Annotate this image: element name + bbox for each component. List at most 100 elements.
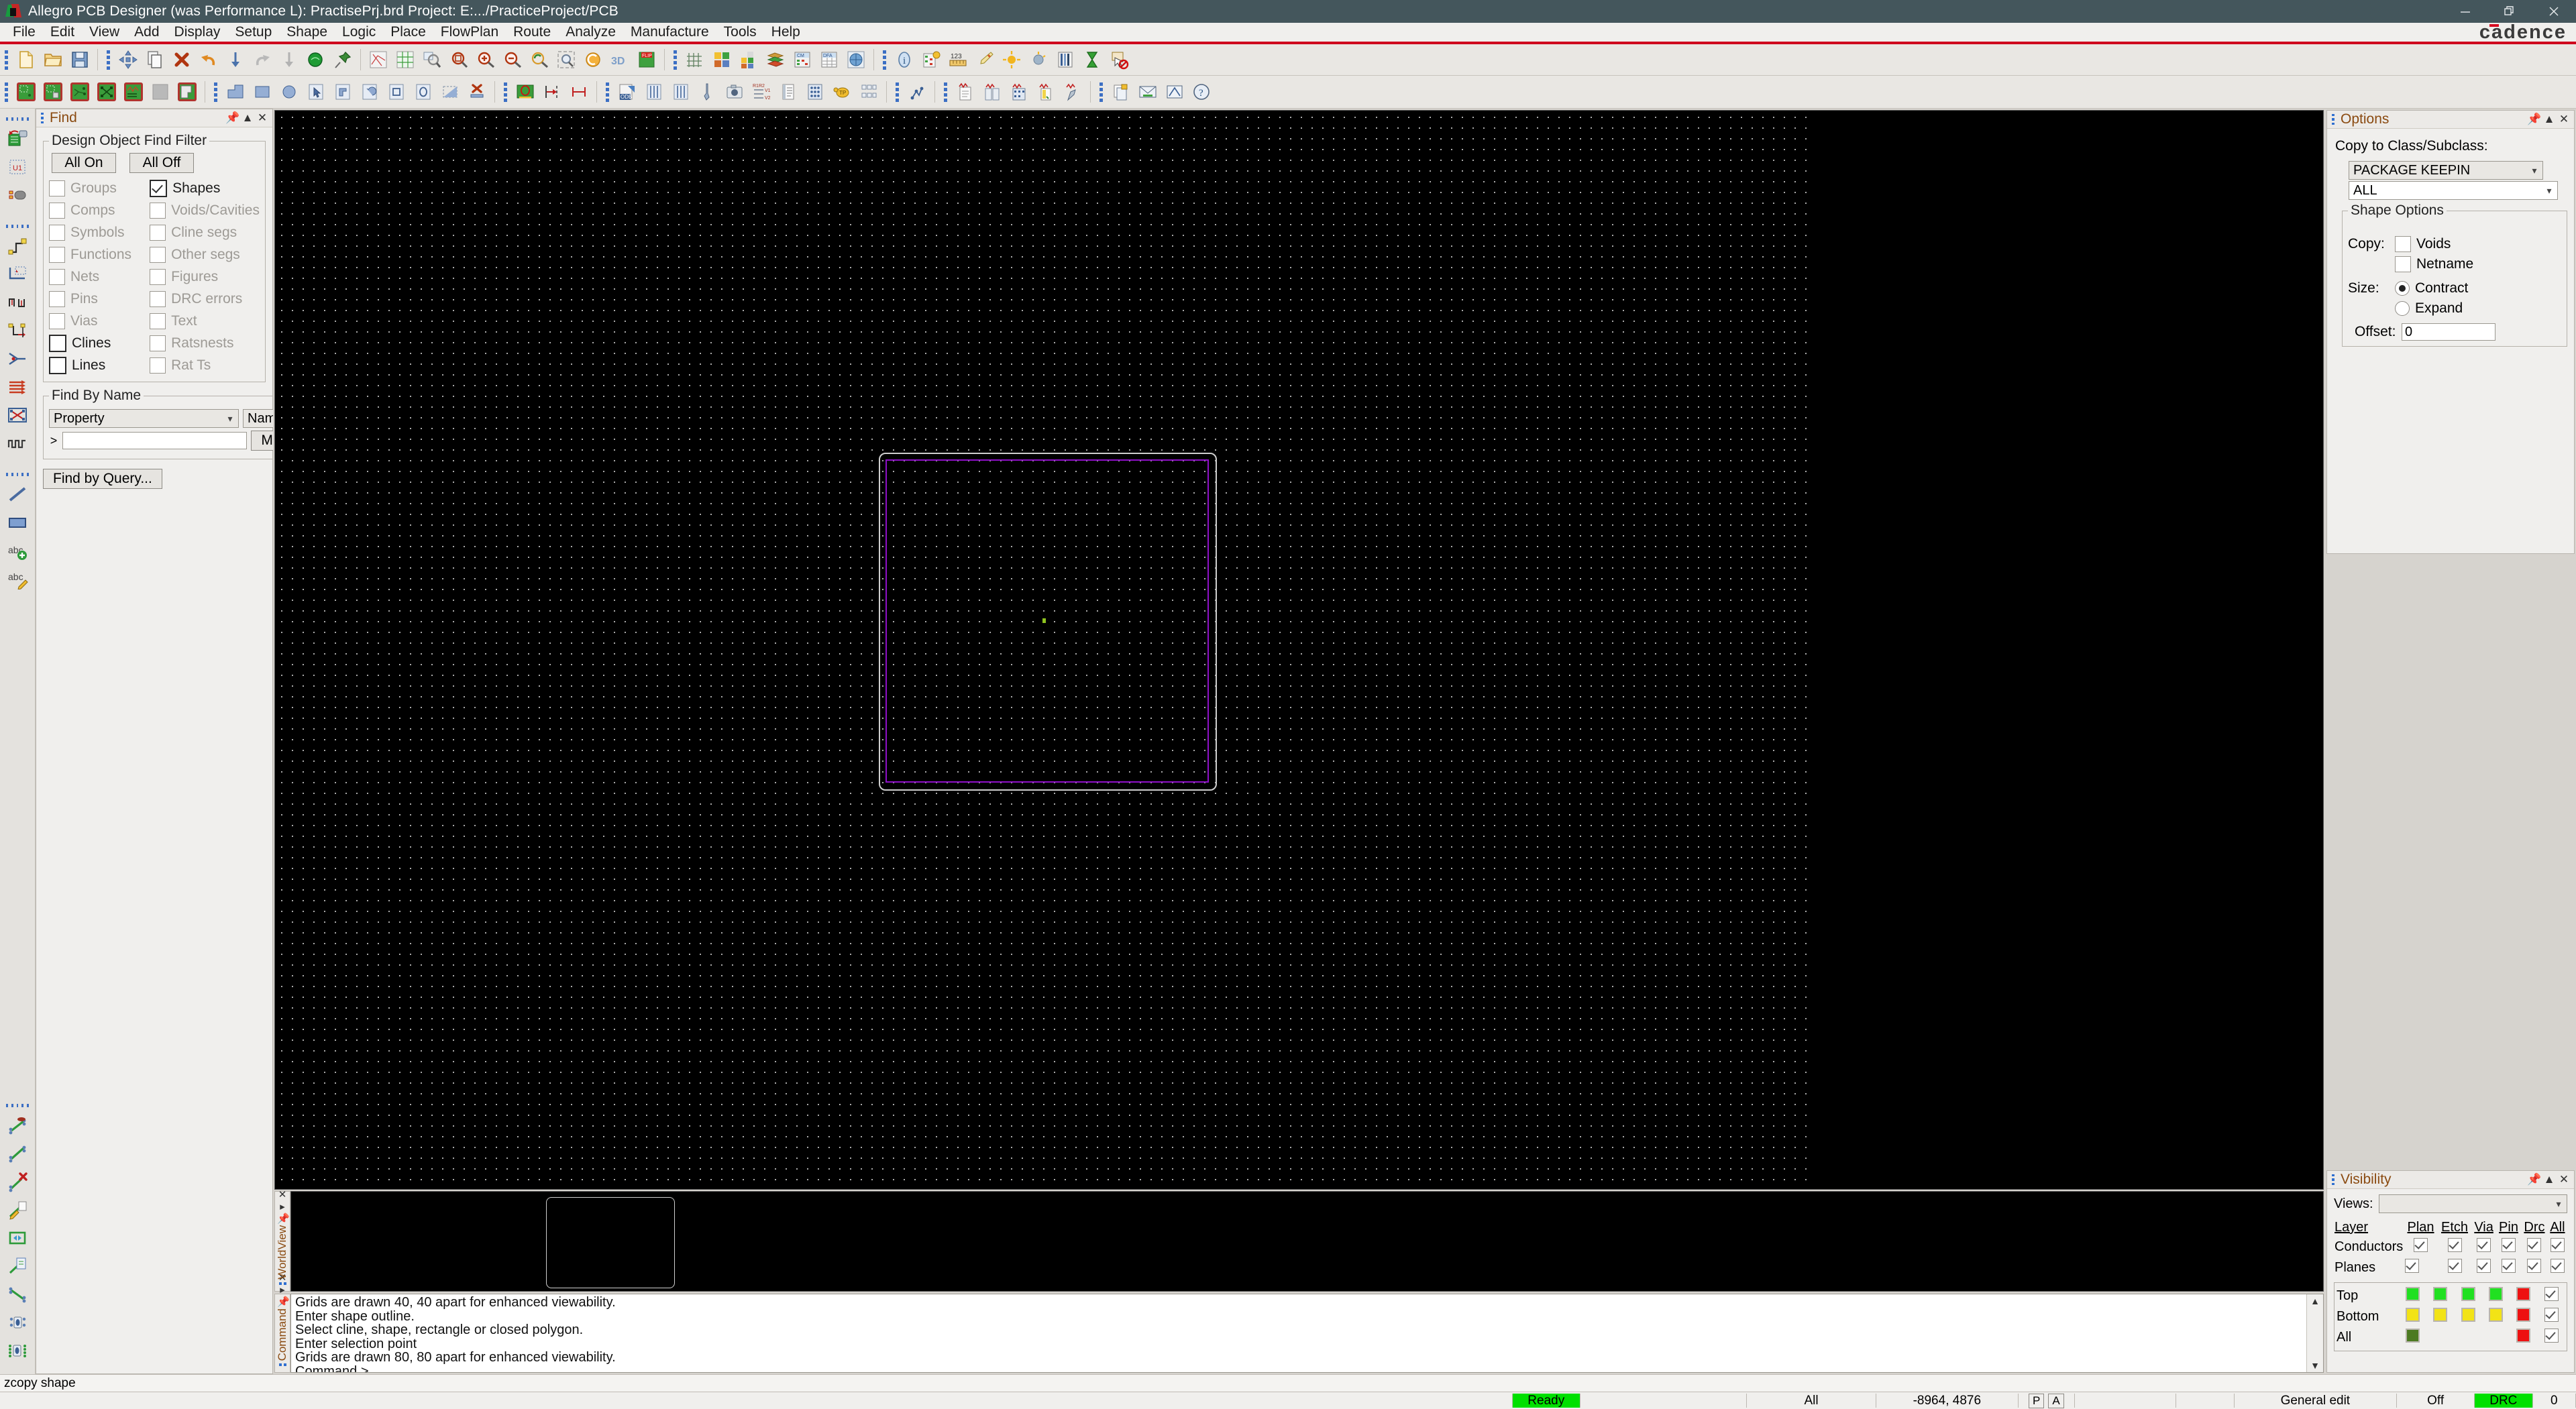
toolbar-grip[interactable]: [894, 82, 900, 102]
shape-square-icon[interactable]: [384, 79, 409, 105]
filter-checkbox-shapes[interactable]: Shapes: [150, 177, 260, 199]
si-assign-icon[interactable]: [1033, 79, 1059, 105]
swatch-bottom-via[interactable]: [2461, 1308, 2475, 1322]
left-toolbar-grip[interactable]: [6, 1101, 29, 1109]
class-select[interactable]: PACKAGE KEEPIN ▾: [2349, 161, 2543, 180]
pin-icon[interactable]: 📌: [2527, 1173, 2542, 1186]
place-autoplace-icon[interactable]: [94, 79, 119, 105]
cell-planes-all[interactable]: [2548, 1257, 2567, 1278]
checkbox-comps[interactable]: [49, 202, 65, 219]
shape-rect-icon[interactable]: [250, 79, 275, 105]
open-folder-icon[interactable]: [40, 47, 66, 72]
panel-drag-handle[interactable]: [2332, 114, 2337, 125]
checkbox-planes-leading[interactable]: [2405, 1259, 2420, 1273]
cell-bottom-all[interactable]: [2538, 1306, 2565, 1327]
net-spread-icon[interactable]: [4, 1225, 31, 1251]
filter-checkbox-rat-ts[interactable]: Rat Ts: [150, 354, 260, 376]
pin-icon[interactable]: [330, 47, 356, 72]
auto-route-icon[interactable]: [4, 402, 31, 429]
checkbox-top-all[interactable]: [2544, 1287, 2559, 1301]
checkbox-vias[interactable]: [49, 313, 65, 329]
console-drag-handle[interactable]: [278, 1363, 286, 1366]
measure-icon[interactable]: 123: [945, 47, 971, 72]
cell-conductors-etch[interactable]: [2438, 1237, 2471, 1257]
cell-bottom-drc[interactable]: [2510, 1306, 2537, 1327]
views-select[interactable]: ▾: [2378, 1194, 2567, 1213]
property-edit-icon[interactable]: [918, 47, 944, 72]
toolbar-grip[interactable]: [3, 50, 9, 70]
globe-grid-icon[interactable]: [843, 47, 869, 72]
menu-item-route[interactable]: Route: [506, 23, 558, 42]
grid-toggle-icon[interactable]: [682, 47, 708, 72]
swatch-top-via[interactable]: [2461, 1287, 2475, 1301]
checkbox-drc-errors[interactable]: [150, 290, 166, 307]
cell-bottom-via[interactable]: [2455, 1306, 2482, 1327]
cell-planes-leading[interactable]: [2404, 1257, 2437, 1278]
checkbox-planes-all[interactable]: [2550, 1259, 2565, 1273]
chevron-right-icon[interactable]: ▸: [277, 1284, 288, 1296]
si-sim-icon[interactable]: [1060, 79, 1085, 105]
sun-light-icon[interactable]: [999, 47, 1024, 72]
package-keepin-shape[interactable]: [885, 459, 1209, 783]
checkbox-conductors-all[interactable]: [2550, 1238, 2565, 1252]
move-icon[interactable]: [115, 47, 141, 72]
info-icon[interactable]: i: [892, 47, 917, 72]
undo-icon[interactable]: [196, 47, 221, 72]
rect-filled-icon[interactable]: [4, 509, 31, 536]
checkbox-clines[interactable]: [49, 334, 66, 352]
checkbox-voids-cavities[interactable]: [150, 202, 166, 219]
close-button[interactable]: [2532, 0, 2576, 23]
refresh-icon[interactable]: [580, 47, 606, 72]
cell-planes-etch[interactable]: [2438, 1257, 2471, 1278]
swatch-bottom-plan[interactable]: [2406, 1308, 2420, 1322]
dfa-table-icon[interactable]: DFA: [816, 47, 842, 72]
place-replicate-icon[interactable]: [121, 79, 146, 105]
globe-green-icon[interactable]: [303, 47, 329, 72]
pin-icon[interactable]: 📌: [277, 1213, 290, 1225]
testprep-icon[interactable]: TP: [829, 79, 855, 105]
place-manual-icon[interactable]: [13, 79, 39, 105]
cell-planes-drc[interactable]: [2521, 1257, 2548, 1278]
filter-checkbox-ratsnests[interactable]: Ratsnests: [150, 332, 260, 354]
left-toolbar-grip[interactable]: [6, 470, 29, 478]
shape-ellipse-icon[interactable]: [411, 79, 436, 105]
menu-item-help[interactable]: Help: [764, 23, 808, 42]
filter-checkbox-other-segs[interactable]: Other segs: [150, 243, 260, 266]
cell-bottom-etch[interactable]: [2426, 1306, 2454, 1327]
menu-item-tools[interactable]: Tools: [716, 23, 764, 42]
checkbox-rat-ts[interactable]: [150, 357, 166, 374]
checkbox-planes-etch[interactable]: [2447, 1259, 2462, 1273]
checkbox-conductors-drc[interactable]: [2527, 1238, 2542, 1252]
menu-item-shape[interactable]: Shape: [279, 23, 335, 42]
filter-checkbox-symbols[interactable]: Symbols: [49, 221, 150, 243]
swatch-all-plan[interactable]: [2406, 1329, 2420, 1343]
menu-item-flowplan[interactable]: FlowPlan: [433, 23, 506, 42]
cell-top-drc[interactable]: [2510, 1286, 2537, 1306]
add-text-icon[interactable]: abc: [4, 537, 31, 564]
swatch-bottom-etch[interactable]: [2433, 1308, 2448, 1322]
menu-item-analyze[interactable]: Analyze: [558, 23, 623, 42]
delete-icon[interactable]: [169, 47, 195, 72]
cell-conductors-plan[interactable]: [2404, 1237, 2437, 1257]
constraint-manager-icon[interactable]: CM: [790, 47, 815, 72]
checkbox-conductors-plan[interactable]: [2414, 1238, 2428, 1252]
checkbox-conductors-etch[interactable]: [2447, 1238, 2462, 1252]
checkbox-planes-pin[interactable]: [2502, 1259, 2516, 1273]
close-icon[interactable]: ✕: [2557, 113, 2571, 126]
net-top-icon[interactable]: [4, 1112, 31, 1139]
pin-icon[interactable]: 📌: [277, 1296, 290, 1308]
checkbox-nets[interactable]: [49, 268, 65, 285]
edit-text-icon[interactable]: abc: [4, 565, 31, 592]
menu-item-manufacture[interactable]: Manufacture: [623, 23, 716, 42]
chevron-up-icon[interactable]: ▲: [2542, 1173, 2557, 1186]
doc-export-icon[interactable]: [1108, 79, 1134, 105]
layer-bars-icon[interactable]: [1053, 47, 1078, 72]
fanout-icon[interactable]: [4, 345, 31, 372]
down-arrow-grey-icon[interactable]: [276, 47, 302, 72]
scroll-up-icon[interactable]: ▲: [2310, 1296, 2320, 1306]
cell-conductors-all[interactable]: [2548, 1237, 2567, 1257]
3d-view-icon[interactable]: 3D: [607, 47, 633, 72]
layer-stackup-icon[interactable]: [763, 47, 788, 72]
filter-checkbox-functions[interactable]: Functions: [49, 243, 150, 266]
command-console[interactable]: Grids are drawn 40, 40 apart for enhance…: [290, 1294, 2324, 1373]
